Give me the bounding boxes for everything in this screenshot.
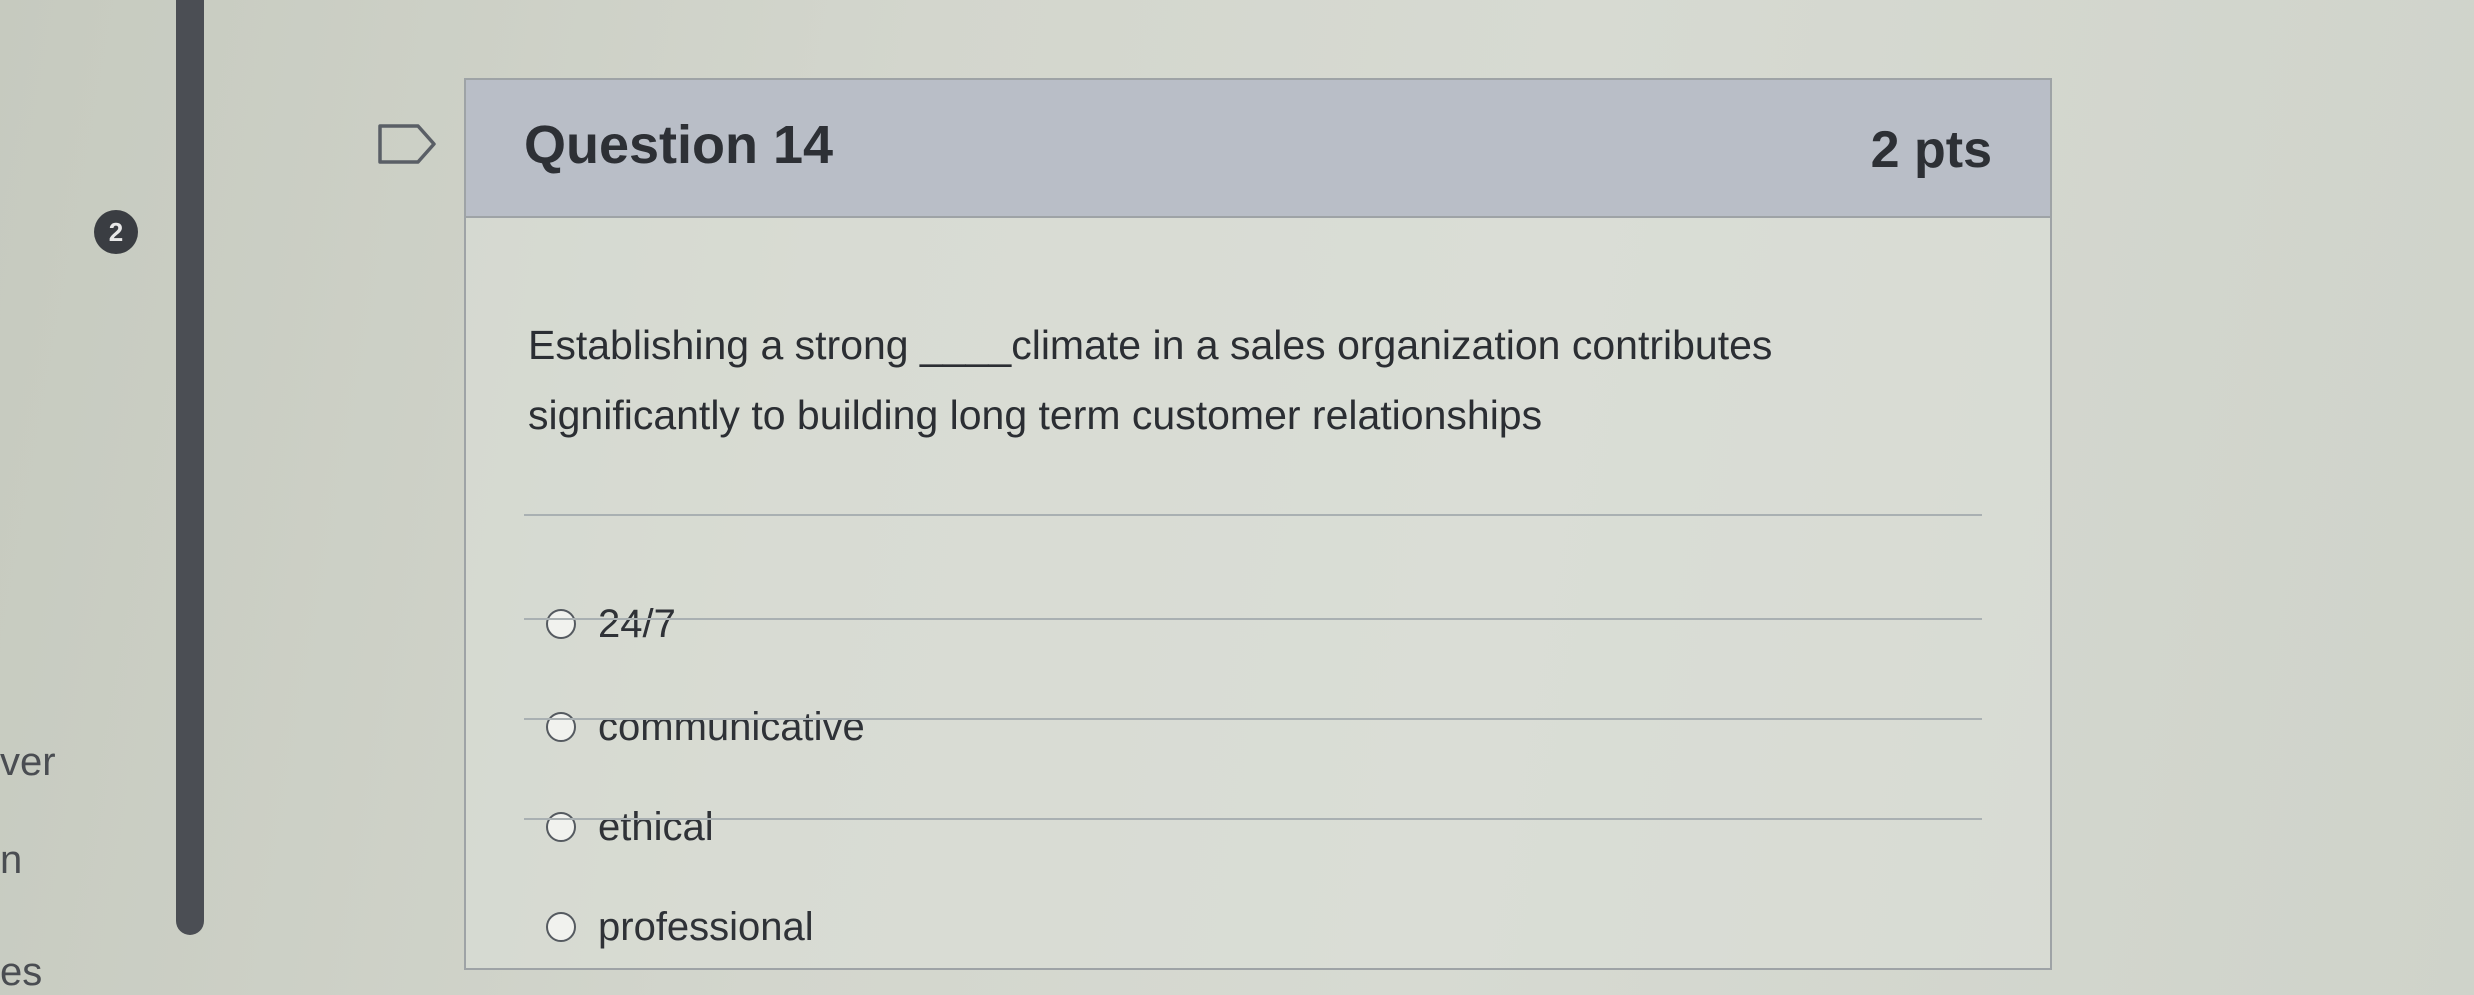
- answer-label: professional: [598, 904, 814, 949]
- question-card: Question 14 2 pts Establishing a strong …: [464, 78, 2052, 970]
- question-text-line: Establishing a strong ____climate in a s…: [528, 322, 1773, 368]
- sidebar-text-fragment: n: [0, 838, 23, 882]
- radio-button-icon[interactable]: [546, 812, 576, 842]
- flag-question-icon[interactable]: [378, 124, 438, 164]
- question-points: 2 pts: [1870, 121, 1992, 179]
- radio-button-icon[interactable]: [546, 712, 576, 742]
- question-text: Establishing a strong ____climate in a s…: [528, 310, 1928, 450]
- answer-label: 24/7: [598, 601, 676, 646]
- answer-option[interactable]: professional: [546, 897, 814, 957]
- sidebar-text-fragment: es: [0, 950, 43, 994]
- divider: [524, 818, 1982, 820]
- answer-label: communicative: [598, 704, 865, 749]
- radio-button-icon[interactable]: [546, 609, 576, 639]
- question-title: Question 14: [524, 115, 834, 175]
- divider: [524, 718, 1982, 720]
- sidebar-text-fragment: ver: [0, 740, 56, 784]
- count-badge: 2: [94, 210, 138, 254]
- answer-option[interactable]: communicative: [546, 697, 865, 757]
- answer-option[interactable]: ethical: [546, 797, 714, 857]
- answer-option[interactable]: 24/7: [546, 594, 676, 654]
- answer-label: ethical: [598, 804, 714, 849]
- vertical-scrollbar[interactable]: [176, 0, 204, 935]
- question-header: Question 14 2 pts: [466, 80, 2050, 218]
- divider: [524, 514, 1982, 516]
- question-text-line: significantly to building long term cust…: [528, 392, 1543, 438]
- radio-button-icon[interactable]: [546, 912, 576, 942]
- divider: [524, 618, 1982, 620]
